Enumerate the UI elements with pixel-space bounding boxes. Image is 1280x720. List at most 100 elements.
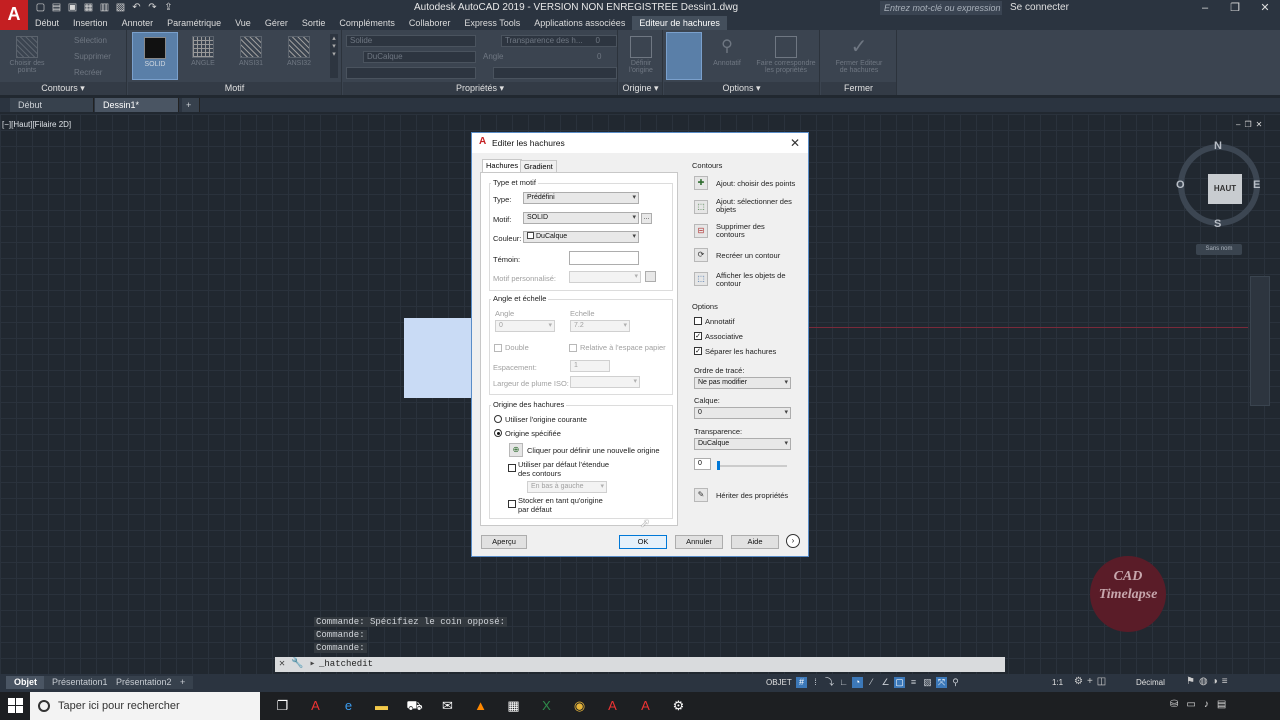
remove-button[interactable]: Supprimer xyxy=(74,52,111,61)
infer-icon[interactable]: ⤵ xyxy=(824,677,835,688)
couleur-select[interactable]: DuCalque ▾ xyxy=(523,231,639,243)
tab-hachures[interactable]: Hachures xyxy=(482,159,523,172)
tab-complements[interactable]: Compléments xyxy=(332,16,402,30)
model-space-toggle[interactable]: OBJET xyxy=(766,678,792,687)
pattern-ansi31[interactable]: ANSI31 xyxy=(228,32,274,67)
explorer-icon[interactable]: ▬ xyxy=(365,692,398,720)
perso-browse-button[interactable] xyxy=(645,271,656,282)
command-line[interactable]: ✕ 🔧 ▸ _hatchedit xyxy=(275,657,1005,672)
tab-applications[interactable]: Applications associées xyxy=(527,16,632,30)
motif-browse-button[interactable]: ... xyxy=(641,213,652,224)
hatch-color-select[interactable]: DuCalque xyxy=(363,51,476,63)
network-icon[interactable]: ▭ xyxy=(1186,699,1195,710)
osnap-icon[interactable]: ▢ xyxy=(894,677,905,688)
defaut-etendue-checkbox[interactable] xyxy=(508,464,516,472)
stocker-checkbox[interactable] xyxy=(508,500,516,508)
viewcube-top-face[interactable]: HAUT xyxy=(1208,174,1242,204)
tab-debut[interactable]: Début xyxy=(28,16,66,30)
chrome-icon[interactable]: ◉ xyxy=(563,692,596,720)
double-checkbox[interactable] xyxy=(494,344,502,352)
pattern-solid[interactable]: SOLID xyxy=(132,32,178,80)
annotatif-checkbox[interactable] xyxy=(694,317,702,325)
add-points-button[interactable]: Ajout: choisir des points xyxy=(716,179,795,188)
close-hatch-editor-button[interactable]: ✓ Fermer Editeur de hachures xyxy=(831,32,887,74)
dialog-titlebar[interactable]: A Editer les hachures ✕ xyxy=(472,133,808,153)
select-button[interactable]: Sélection xyxy=(74,36,107,45)
tab-gerer[interactable]: Gérer xyxy=(258,16,295,30)
plume-select[interactable]: ▾ xyxy=(570,376,640,388)
layout-tab-presentation1[interactable]: Présentation1 xyxy=(44,676,116,689)
ucs-menu[interactable]: Sans nom xyxy=(1196,244,1242,255)
polar-icon[interactable]: ◔ xyxy=(852,677,863,688)
layout-add-button[interactable]: + xyxy=(172,676,194,689)
minimize-icon[interactable]: – xyxy=(1190,0,1220,16)
selection-cycling-icon[interactable]: ⤧ xyxy=(936,677,947,688)
associative-toggle[interactable] xyxy=(666,32,702,80)
recreate-button[interactable]: Recréer xyxy=(74,68,102,77)
compass-north[interactable]: N xyxy=(1214,140,1222,152)
task-view-icon[interactable]: ❐ xyxy=(266,692,299,720)
doctab-dessin1[interactable]: Dessin1* xyxy=(95,98,179,112)
hatch-bgcolor-select[interactable] xyxy=(346,67,476,79)
layout-tab-presentation2[interactable]: Présentation2 xyxy=(108,676,180,689)
remove-boundary-icon[interactable]: ⊟ xyxy=(694,224,708,238)
recreate-boundary-button[interactable]: Recréer un contour xyxy=(716,251,780,260)
perso-select[interactable]: ▾ xyxy=(569,271,641,283)
annotation-scale[interactable]: 1:1 xyxy=(1052,678,1063,687)
print-icon[interactable]: ▥ xyxy=(98,2,111,14)
transparency-icon[interactable]: ▧ xyxy=(922,677,933,688)
pattern-scroll[interactable]: ▴ ▾ ▾ xyxy=(330,34,338,78)
volume-icon[interactable]: ♪ xyxy=(1204,699,1209,710)
calculator-icon[interactable]: ▦ xyxy=(497,692,530,720)
origine-courante-radio[interactable] xyxy=(494,415,502,423)
mail-icon[interactable]: ✉ xyxy=(431,692,464,720)
pick-points-button[interactable]: Choisir des points xyxy=(4,32,50,74)
notification-icon[interactable]: ▤ xyxy=(1217,699,1226,710)
autocad-logo-icon[interactable]: A xyxy=(0,0,28,30)
slider-thumb[interactable] xyxy=(717,461,720,470)
isodraft-icon[interactable]: ⁄ xyxy=(866,677,877,688)
tab-sortie[interactable]: Sortie xyxy=(295,16,333,30)
customize-icons[interactable]: ⚑◍◑≡ xyxy=(1186,676,1232,687)
transparence-input[interactable]: 0 xyxy=(694,458,711,470)
tab-vue[interactable]: Vue xyxy=(228,16,258,30)
undo-icon[interactable]: ↶ xyxy=(130,2,143,14)
show-boundary-button[interactable]: Afficher les objets de contour xyxy=(716,272,796,288)
autocad-taskbar-icon[interactable]: A xyxy=(299,692,332,720)
autocad3-taskbar-icon[interactable]: A xyxy=(629,692,662,720)
position-select[interactable]: En bas à gauche ▾ xyxy=(527,481,607,493)
tab-editeur-hachures[interactable]: Editeur de hachures xyxy=(632,16,727,30)
settings-icon[interactable]: ⚙ xyxy=(662,692,695,720)
origine-specifiee-radio[interactable] xyxy=(494,429,502,437)
add-objects-button[interactable]: Ajout: sélectionner des objets xyxy=(716,198,796,214)
pattern-angle[interactable]: ANGLE xyxy=(180,32,226,67)
snap-icon[interactable]: ⁞ xyxy=(810,677,821,688)
doctab-debut[interactable]: Début xyxy=(10,98,94,112)
tab-annoter[interactable]: Annoter xyxy=(115,16,161,30)
navigation-bar[interactable] xyxy=(1250,276,1270,406)
inherit-properties-icon[interactable]: ✎ xyxy=(694,488,708,502)
temoin-preview[interactable] xyxy=(569,251,639,265)
aide-button[interactable]: Aide xyxy=(731,535,779,549)
vlc-icon[interactable]: ▲ xyxy=(464,692,497,720)
pattern-ansi32[interactable]: ANSI32 xyxy=(276,32,322,67)
autocad2-taskbar-icon[interactable]: A xyxy=(596,692,629,720)
hatch-type-select[interactable]: Solide xyxy=(346,35,476,47)
annotative-button[interactable]: ⚲ Annotatif xyxy=(704,32,750,67)
relative-checkbox[interactable] xyxy=(569,344,577,352)
solid-hatch-object[interactable] xyxy=(404,318,474,398)
system-tray[interactable]: ⛁ ▭ ♪ ▤ xyxy=(1170,699,1226,710)
compass-south[interactable]: S xyxy=(1214,218,1221,230)
remove-boundary-button[interactable]: Supprimer des contours xyxy=(716,223,786,239)
viewcube[interactable]: HAUT xyxy=(1178,144,1260,226)
set-origin-button[interactable]: Définir l'origine xyxy=(619,32,663,74)
ok-button[interactable]: OK xyxy=(619,535,667,549)
command-input[interactable]: _hatchedit xyxy=(319,657,373,672)
windows-start-icon[interactable] xyxy=(8,698,24,714)
ortho-icon[interactable]: ∟ xyxy=(838,677,849,688)
units-display[interactable]: Décimal xyxy=(1136,678,1165,687)
recreate-boundary-icon[interactable]: ⟳ xyxy=(694,248,708,262)
more-options-icon[interactable]: › xyxy=(786,534,800,548)
open-icon[interactable]: ▤ xyxy=(50,2,63,14)
inherit-properties-button[interactable]: Hériter des propriétés xyxy=(716,491,788,500)
